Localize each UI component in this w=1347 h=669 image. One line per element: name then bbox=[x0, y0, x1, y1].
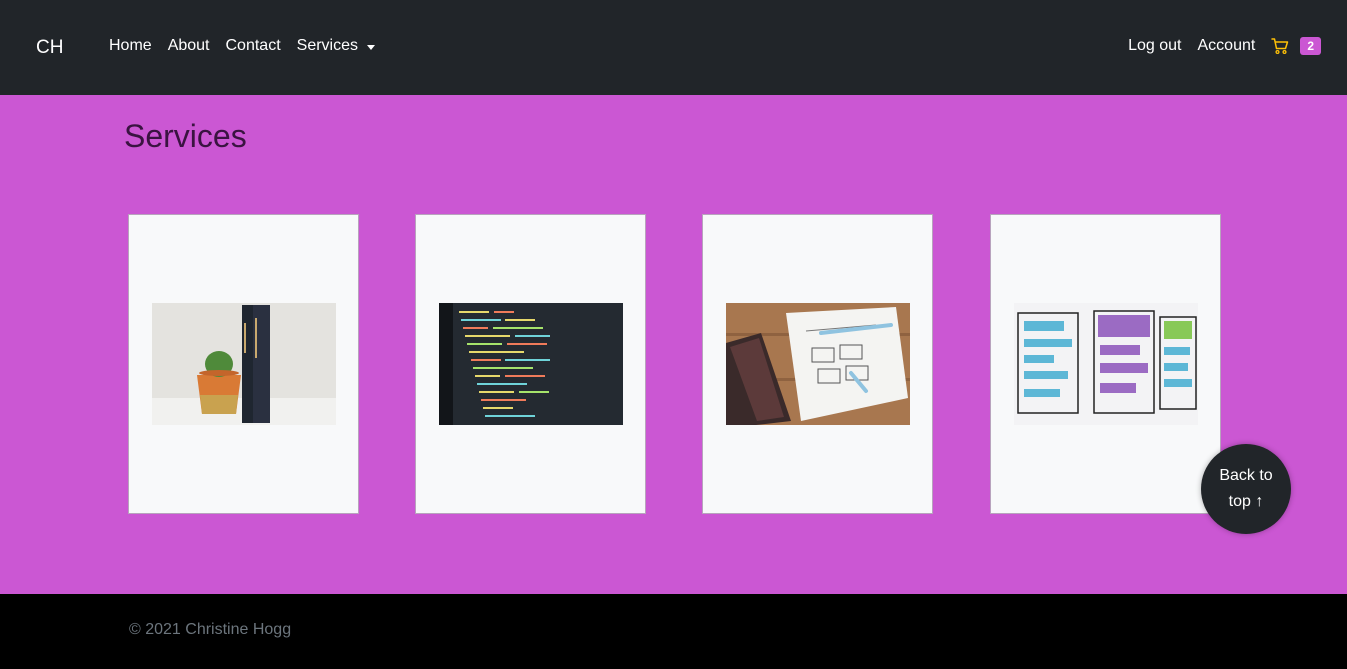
service-card[interactable] bbox=[702, 214, 933, 514]
shopping-cart-icon[interactable] bbox=[1271, 37, 1289, 55]
footer: © 2021 Christine Hogg bbox=[0, 594, 1347, 669]
navbar: CH Home About Contact Services Log out A… bbox=[0, 0, 1347, 95]
brand-logo[interactable]: CH bbox=[36, 37, 63, 59]
main-nav: Home About Contact Services bbox=[109, 37, 391, 55]
nav-services-dropdown[interactable]: Services bbox=[297, 37, 375, 55]
back-to-top-button[interactable]: Back to top ↑ bbox=[1201, 444, 1291, 534]
back-to-top-label-line1: Back to bbox=[1219, 467, 1273, 484]
service-card[interactable] bbox=[128, 214, 359, 514]
cart-count-badge: 2 bbox=[1300, 37, 1321, 55]
caret-down-icon bbox=[367, 44, 375, 50]
nav-home[interactable]: Home bbox=[109, 37, 152, 55]
card-image bbox=[1014, 303, 1198, 425]
nav-services-label: Services bbox=[296, 37, 358, 54]
card-image bbox=[152, 303, 336, 425]
service-card[interactable] bbox=[415, 214, 646, 514]
card-image bbox=[439, 303, 623, 425]
card-image bbox=[726, 303, 910, 425]
copyright-text: © 2021 Christine Hogg bbox=[129, 621, 292, 638]
user-nav: Log out Account 2 bbox=[1128, 37, 1321, 55]
nav-logout[interactable]: Log out bbox=[1128, 37, 1181, 55]
back-to-top-label-line2: top ↑ bbox=[1228, 493, 1264, 510]
nav-account[interactable]: Account bbox=[1198, 37, 1256, 55]
nav-contact[interactable]: Contact bbox=[226, 37, 281, 55]
page-title: Services bbox=[124, 118, 247, 154]
nav-about[interactable]: About bbox=[168, 37, 210, 55]
service-card[interactable] bbox=[990, 214, 1221, 514]
